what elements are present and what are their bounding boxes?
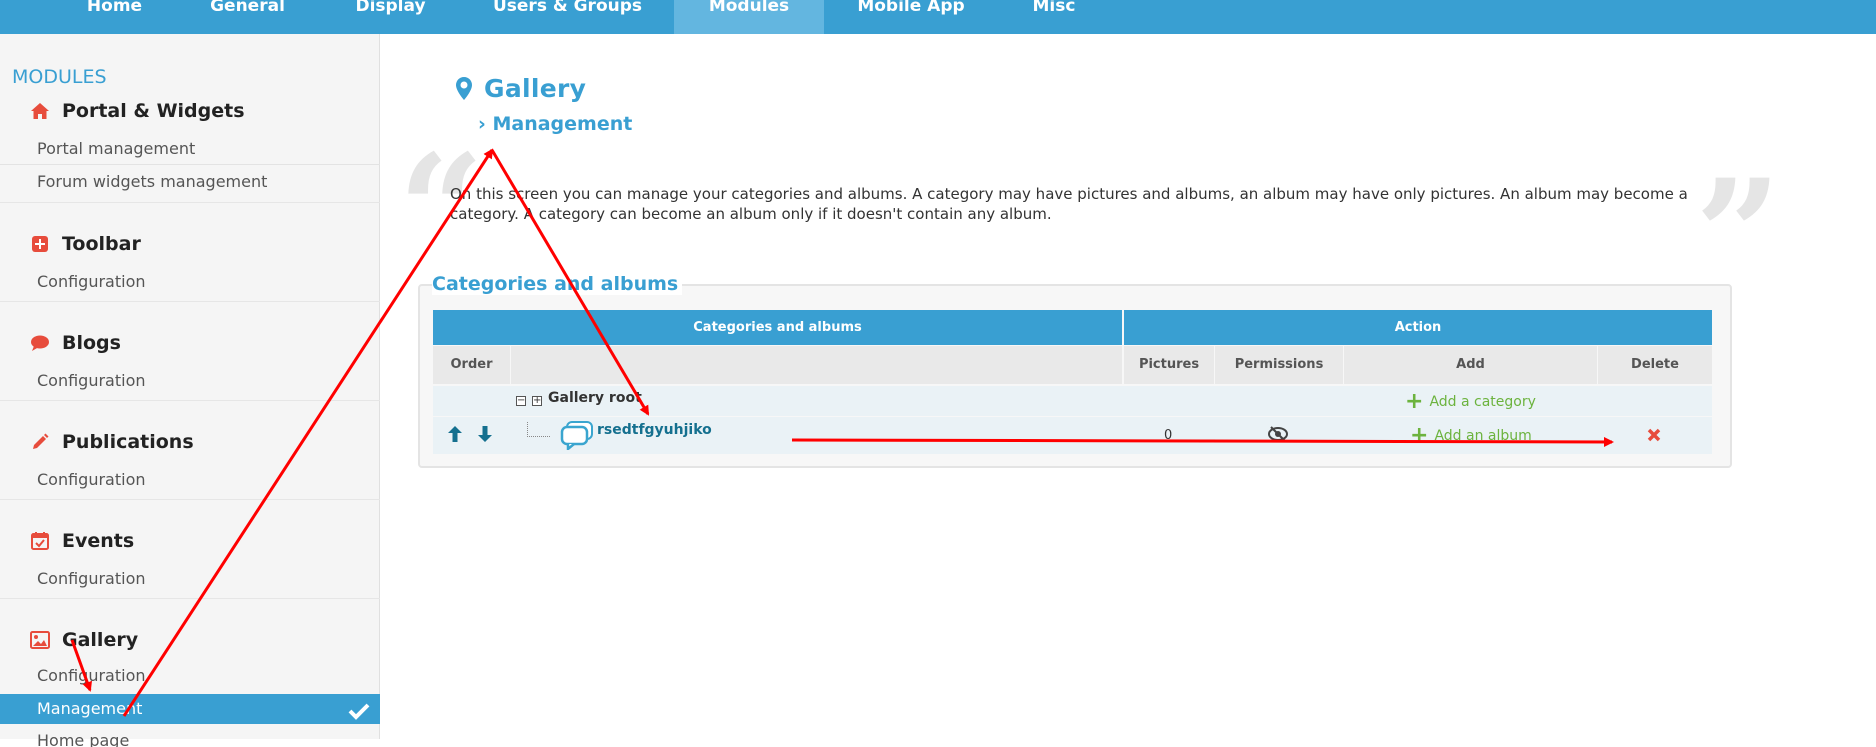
column-header-pictures: Pictures bbox=[1124, 346, 1214, 384]
section-divider bbox=[0, 400, 380, 401]
sidebar-item-portal-management[interactable]: Portal management bbox=[0, 133, 380, 165]
tab-home[interactable]: Home bbox=[62, 0, 167, 34]
comment-icon bbox=[30, 333, 50, 353]
sidebar-section-events: Events bbox=[30, 527, 134, 555]
image-icon bbox=[30, 630, 50, 650]
sidebar-item-forum-widgets-management[interactable]: Forum widgets management bbox=[0, 166, 380, 198]
album-name-link[interactable]: rsedtfgyuhjiko bbox=[597, 422, 712, 438]
page-title: Gallery bbox=[484, 74, 587, 103]
tab-display-label: Display bbox=[355, 0, 426, 16]
tab-misc[interactable]: Misc bbox=[1014, 0, 1094, 34]
gallery-root-label: Gallery root bbox=[548, 390, 642, 406]
delete-icon[interactable] bbox=[1646, 427, 1662, 447]
section-divider bbox=[0, 499, 380, 500]
plus-square-icon bbox=[30, 234, 50, 254]
column-header-permissions: Permissions bbox=[1215, 346, 1343, 384]
table-group-header-action: Action bbox=[1124, 310, 1712, 345]
expand-icon[interactable]: + bbox=[532, 396, 542, 406]
pencil-icon bbox=[30, 432, 50, 452]
tab-modules-label: Modules bbox=[708, 0, 790, 16]
tab-mobile-app[interactable]: Mobile App bbox=[846, 0, 976, 34]
column-header-delete: Delete bbox=[1598, 346, 1712, 384]
tab-general-label: General bbox=[210, 0, 285, 16]
section-title-portal-widgets: Portal & Widgets bbox=[62, 100, 245, 122]
add-album-label: Add an album bbox=[1434, 428, 1532, 444]
sidebar-item-publications-configuration[interactable]: Configuration bbox=[0, 464, 380, 496]
check-icon bbox=[348, 700, 370, 730]
add-category-link[interactable]: + Add a category bbox=[1405, 389, 1536, 414]
album-pictures-count: 0 bbox=[1164, 428, 1173, 443]
column-header-add: Add bbox=[1344, 346, 1597, 384]
sidebar-heading: MODULES bbox=[12, 66, 107, 88]
move-up-icon[interactable] bbox=[446, 424, 464, 448]
column-header-name bbox=[511, 346, 1122, 384]
eye-slash-icon[interactable] bbox=[1267, 426, 1289, 446]
tab-users-groups[interactable]: Users & Groups bbox=[480, 0, 655, 34]
tab-mobile-app-label: Mobile App bbox=[857, 0, 965, 16]
sidebar-section-gallery: Gallery bbox=[30, 626, 138, 654]
plus-icon: + bbox=[1405, 389, 1424, 414]
section-title-gallery: Gallery bbox=[62, 629, 139, 651]
fieldset-legend: Categories and albums bbox=[432, 273, 683, 295]
table-group-header-categories: Categories and albums bbox=[433, 310, 1122, 345]
sidebar-item-toolbar-configuration[interactable]: Configuration bbox=[0, 266, 380, 298]
tab-general[interactable]: General bbox=[195, 0, 300, 34]
page-description: On this screen you can manage your categ… bbox=[450, 185, 1688, 223]
tab-misc-label: Misc bbox=[1032, 0, 1076, 16]
sidebar-item-gallery-home-page[interactable]: Home page bbox=[0, 727, 380, 747]
sidebar-section-publications: Publications bbox=[30, 428, 194, 456]
tab-modules[interactable]: Modules bbox=[674, 0, 824, 34]
tab-users-groups-label: Users & Groups bbox=[492, 0, 643, 16]
tree-connector bbox=[527, 422, 550, 437]
sidebar-section-blogs: Blogs bbox=[30, 329, 121, 357]
section-title-publications: Publications bbox=[62, 431, 194, 453]
sidebar: MODULES Portal & Widgets Portal manageme… bbox=[0, 34, 380, 747]
page-subtitle: › Management bbox=[478, 113, 632, 135]
plus-icon: + bbox=[1410, 423, 1429, 448]
section-title-toolbar: Toolbar bbox=[62, 233, 141, 255]
section-divider bbox=[0, 598, 380, 599]
sidebar-item-management-label: Management bbox=[37, 699, 143, 718]
section-divider bbox=[0, 202, 380, 203]
map-marker-icon bbox=[455, 76, 473, 106]
column-header-order: Order bbox=[433, 346, 510, 384]
sidebar-item-gallery-configuration[interactable]: Configuration bbox=[0, 660, 380, 692]
page-subtitle-text: Management bbox=[492, 113, 633, 135]
add-category-label: Add a category bbox=[1429, 394, 1536, 410]
sidebar-section-toolbar: Toolbar bbox=[30, 230, 141, 258]
tab-home-label: Home bbox=[86, 0, 143, 16]
album-icon bbox=[560, 420, 594, 454]
section-title-events: Events bbox=[62, 530, 135, 552]
top-navigation: Home General Display Users & Groups Modu… bbox=[0, 0, 1876, 34]
section-divider bbox=[0, 301, 380, 302]
add-album-link[interactable]: + Add an album bbox=[1410, 423, 1532, 448]
section-title-blogs: Blogs bbox=[62, 332, 121, 354]
collapse-icon[interactable]: − bbox=[516, 396, 526, 406]
tab-display[interactable]: Display bbox=[338, 0, 443, 34]
sidebar-section-portal-widgets: Portal & Widgets bbox=[30, 97, 245, 125]
move-down-icon[interactable] bbox=[476, 424, 494, 448]
sidebar-item-gallery-management[interactable]: Management bbox=[0, 694, 380, 724]
home-icon bbox=[30, 101, 50, 121]
sidebar-item-events-configuration[interactable]: Configuration bbox=[0, 563, 380, 595]
calendar-icon bbox=[30, 531, 50, 551]
sidebar-item-blogs-configuration[interactable]: Configuration bbox=[0, 365, 380, 397]
